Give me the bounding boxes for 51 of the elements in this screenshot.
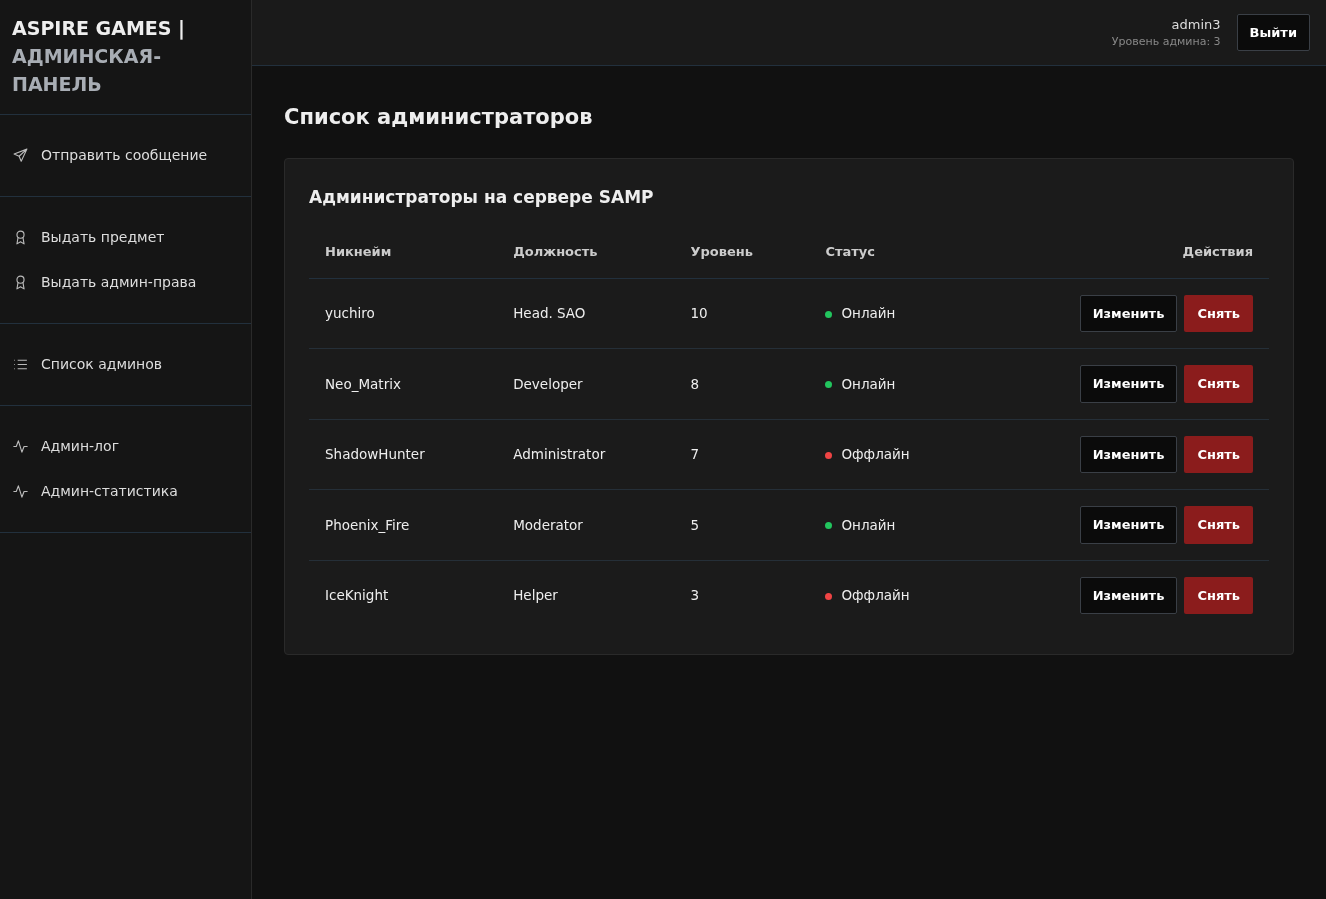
table-cell: 7 bbox=[674, 419, 810, 490]
sidebar-item[interactable]: Выдать админ-права bbox=[0, 260, 251, 305]
edit-button[interactable]: Изменить bbox=[1079, 506, 1178, 544]
table-cell: yuchiro bbox=[309, 278, 498, 349]
status-text: Оффлайн bbox=[841, 446, 910, 463]
table-cell: Head. SAO bbox=[497, 278, 675, 349]
remove-button[interactable]: Снять bbox=[1184, 576, 1253, 614]
sidebar-item[interactable]: Админ-лог bbox=[0, 424, 251, 469]
table-cell: ShadowHunter bbox=[309, 419, 498, 490]
table-cell: Neo_Matrix bbox=[309, 348, 498, 419]
sidebar-item[interactable]: Выдать предмет bbox=[0, 215, 251, 260]
remove-button[interactable]: Снять bbox=[1184, 365, 1253, 403]
admin-level: Уровень админа: 3 bbox=[1111, 34, 1221, 50]
table-cell: 8 bbox=[674, 348, 810, 419]
remove-button[interactable]: Снять bbox=[1184, 506, 1253, 544]
pulse-icon bbox=[12, 438, 29, 455]
send-icon bbox=[12, 147, 29, 164]
status-text: Оффлайн bbox=[841, 587, 910, 604]
sidebar-item[interactable]: Список админов bbox=[0, 342, 251, 387]
table-cell: Moderator bbox=[497, 489, 675, 560]
username: admin3 bbox=[1170, 15, 1221, 34]
status-text: Онлайн bbox=[841, 375, 896, 392]
logout-button[interactable]: Выйти bbox=[1236, 13, 1310, 52]
edit-button[interactable]: Изменить bbox=[1079, 294, 1178, 332]
sidebar-item[interactable]: Отправить сообщение bbox=[0, 133, 251, 178]
column-header: Действия bbox=[975, 242, 1269, 278]
table-cell: 3 bbox=[674, 560, 810, 630]
remove-button[interactable]: Снять bbox=[1184, 294, 1253, 332]
brand-title: ASPIRE GAMES | bbox=[12, 16, 187, 42]
column-header: Никнейм bbox=[309, 242, 498, 278]
table-cell: 10 bbox=[674, 278, 810, 349]
edit-button[interactable]: Изменить bbox=[1079, 576, 1178, 614]
table-cell: 5 bbox=[674, 489, 810, 560]
column-header: Уровень bbox=[674, 242, 810, 278]
edit-button[interactable]: Изменить bbox=[1079, 435, 1178, 473]
column-header: Должность bbox=[497, 242, 675, 278]
table-cell: Developer bbox=[497, 348, 675, 419]
edit-button[interactable]: Изменить bbox=[1079, 365, 1178, 403]
status-text: Онлайн bbox=[841, 516, 896, 533]
column-header: Статус bbox=[809, 242, 976, 278]
brand-subtitle: АДМИНСКАЯ-ПАНЕЛЬ bbox=[12, 44, 163, 97]
pulse-icon bbox=[12, 483, 29, 500]
table-cell: IceKnight bbox=[309, 560, 498, 630]
remove-button[interactable]: Снять bbox=[1184, 435, 1253, 473]
sidebar-item[interactable]: Админ-статистика bbox=[0, 469, 251, 514]
table-cell: Phoenix_Fire bbox=[309, 489, 498, 560]
status-text: Онлайн bbox=[841, 305, 896, 322]
table-cell: Administrator bbox=[497, 419, 675, 490]
page-title: Список администраторов bbox=[284, 104, 594, 131]
card-title: Администраторы на сервере SAMP bbox=[309, 185, 655, 209]
table-cell: Helper bbox=[497, 560, 675, 630]
